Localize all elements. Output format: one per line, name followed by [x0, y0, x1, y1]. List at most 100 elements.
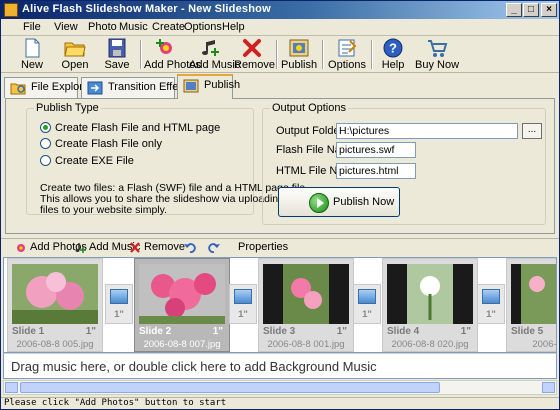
play-arrow-icon — [309, 193, 329, 213]
add-photos-icon — [156, 39, 172, 54]
slide-duration: 1" — [212, 326, 223, 337]
save-disk-icon — [108, 38, 126, 58]
transition-duration: 1" — [114, 309, 124, 320]
scroll-left-arrow[interactable] — [5, 382, 18, 393]
scrollbar-thumb[interactable] — [20, 382, 440, 393]
slide-timeline[interactable]: Slide 1 1" 2006-08-8 005.jpg 1" Slide 2 … — [3, 257, 557, 353]
photo-toolbar: Add Photos Add Music Remove Properties — [1, 238, 559, 256]
slide-thumbnail[interactable]: Slide 5 1" 2006-08-8 — [506, 258, 556, 352]
status-text: Please click "Add Photos" button to star… — [4, 398, 227, 408]
radio-flash-and-html[interactable]: Create Flash File and HTML page — [40, 122, 220, 134]
publish-button[interactable]: Publish — [281, 37, 317, 72]
minimize-button[interactable]: _ — [506, 3, 522, 17]
add-music-button[interactable]: Add Music — [189, 37, 241, 72]
remove-tool-label: Remove — [144, 241, 185, 253]
menu-view[interactable]: View — [54, 21, 78, 33]
radio-selected-indicator — [40, 122, 51, 133]
output-folder-field[interactable]: H:\pictures — [336, 123, 518, 139]
radio-exe-file[interactable]: Create EXE File — [40, 155, 134, 167]
add-photos-label: Add Photos — [144, 59, 201, 71]
radio-label: Create Flash File and HTML page — [55, 122, 221, 134]
slide-thumbnail[interactable]: Slide 3 1" 2006-08-8 001.jpg — [258, 258, 354, 352]
remove-label: Remove — [234, 59, 275, 71]
help-icon: ? — [383, 38, 403, 58]
flower-photo-thumbnail — [12, 264, 98, 324]
transition-effects-icon — [87, 81, 103, 95]
publish-now-button[interactable]: Publish Now — [278, 187, 400, 217]
title-bar[interactable]: Alive Flash Slideshow Maker - New Slides… — [1, 1, 559, 19]
slide-file-name: 2006-08-8 020.jpg — [391, 339, 469, 350]
status-bar: Please click "Add Photos" button to star… — [1, 397, 559, 409]
flash-file-name-field[interactable]: pictures.swf — [336, 142, 416, 158]
window-title: Alive Flash Slideshow Maker - New Slides… — [22, 3, 271, 15]
open-folder-icon — [64, 42, 86, 57]
slide-duration: 1" — [460, 326, 471, 337]
timeline-scrollbar[interactable] — [3, 380, 557, 395]
properties-tool-label: Properties — [238, 241, 289, 253]
tab-publish-label: Publish — [204, 79, 241, 91]
app-window: Alive Flash Slideshow Maker - New Slides… — [0, 0, 560, 410]
radio-flash-only[interactable]: Create Flash File only — [40, 138, 162, 150]
publish-type-description-line: files to your website simply. — [40, 204, 168, 216]
browse-folder-button[interactable]: ... — [522, 123, 542, 139]
add-music-label: Add Music — [189, 59, 241, 71]
remove-tool[interactable]: Remove — [129, 241, 185, 253]
new-button[interactable]: New — [15, 37, 49, 72]
options-button[interactable]: Options — [328, 37, 366, 72]
transition-item[interactable]: 1" — [353, 284, 381, 324]
publish-now-label: Publish Now — [333, 196, 395, 208]
transition-item[interactable]: 1" — [477, 284, 505, 324]
transition-duration: 1" — [238, 309, 248, 320]
slide-file-name: 2006-08-8 001.jpg — [267, 339, 345, 350]
toolbar-separator — [322, 40, 324, 69]
main-toolbar: New Open Save Add Photos Add Music Remov… — [1, 36, 559, 73]
help-button[interactable]: ? Help — [376, 37, 410, 72]
transition-icon — [482, 289, 500, 304]
slide-name: Slide 4 — [387, 326, 420, 337]
buy-now-label: Buy Now — [415, 59, 460, 71]
buy-now-button[interactable]: Buy Now — [415, 37, 459, 72]
slide-name: Slide 1 — [12, 326, 45, 337]
menu-options[interactable]: Options — [184, 21, 222, 33]
properties-tool[interactable]: Properties — [223, 241, 288, 253]
menu-help[interactable]: Help — [222, 21, 245, 33]
output-options-legend: Output Options — [270, 102, 348, 114]
add-music-icon — [202, 40, 219, 56]
scroll-right-arrow[interactable] — [542, 382, 555, 393]
radio-label: Create Flash File only — [55, 138, 162, 150]
menu-photo[interactable]: Photo — [88, 21, 117, 33]
toolbar-separator — [276, 40, 278, 69]
flower-photo-thumbnail — [511, 264, 556, 324]
toolbar-separator — [371, 40, 373, 69]
close-button[interactable]: × — [541, 3, 557, 17]
maximize-button[interactable]: □ — [523, 3, 539, 17]
menu-file[interactable]: File — [23, 21, 41, 33]
transition-item[interactable]: 1" — [229, 284, 257, 324]
publish-panel: Publish Type Create Flash File and HTML … — [5, 98, 555, 234]
menu-music[interactable]: Music — [119, 21, 148, 33]
slide-thumbnail[interactable]: Slide 4 1" 2006-08-8 020.jpg — [382, 258, 478, 352]
publish-icon — [289, 39, 309, 57]
transition-item[interactable]: 1" — [105, 284, 133, 324]
add-photos-icon — [17, 244, 25, 252]
remove-button[interactable]: Remove — [234, 37, 275, 72]
background-music-track[interactable]: Drag music here, or double click here to… — [3, 353, 557, 379]
tab-file-explorer[interactable]: File Explorer — [4, 77, 93, 98]
menu-create[interactable]: Create — [152, 21, 185, 33]
flower-photo-thumbnail — [387, 264, 473, 324]
music-hint-text: Drag music here, or double click here to… — [11, 359, 377, 374]
html-file-name-field[interactable]: pictures.html — [336, 163, 416, 179]
save-button[interactable]: Save — [99, 37, 135, 72]
slide-file-name: 2006-08-8 007.jpg — [143, 339, 221, 350]
app-icon — [4, 3, 18, 17]
open-button[interactable]: Open — [57, 37, 93, 72]
slide-name: Slide 2 — [139, 326, 172, 337]
tab-transition-effects[interactable]: Transition Effects — [81, 77, 192, 98]
add-photos-button[interactable]: Add Photos — [144, 37, 201, 72]
tab-publish[interactable]: Publish — [177, 74, 240, 99]
publish-label: Publish — [281, 59, 318, 71]
radio-indicator — [40, 155, 51, 166]
undo-icon — [184, 243, 196, 253]
slide-thumbnail[interactable]: Slide 1 1" 2006-08-8 005.jpg — [7, 258, 103, 352]
slide-thumbnail-selected[interactable]: Slide 2 1" 2006-08-8 007.jpg — [134, 258, 230, 352]
